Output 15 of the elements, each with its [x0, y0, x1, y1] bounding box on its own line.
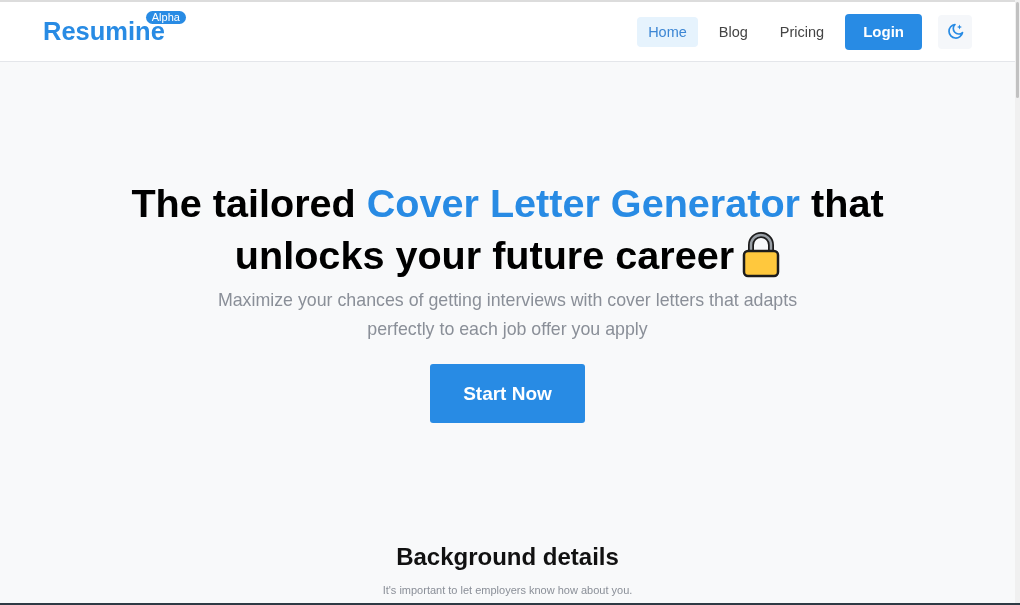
login-button[interactable]: Login [845, 13, 922, 50]
section-heading: Background details [396, 542, 619, 572]
padlock-icon [742, 232, 781, 278]
nav-link[interactable]: Blog [707, 16, 759, 47]
hero-heading-line: unlocks your future career [234, 232, 735, 279]
moon-icon [946, 23, 964, 40]
theme-toggle-button[interactable] [938, 14, 972, 49]
start-now-button[interactable]: Start Now [430, 364, 585, 423]
section-subtitle: It's important to let employers know how about you. [382, 583, 633, 598]
hero-subtitle: Maximize your chances of getting interviews with cover letters that adapts perfectly to each job offer you apply [216, 289, 799, 341]
hero-heading-line: The tailored Cover Letter Generator that [131, 180, 884, 227]
scrollbar-thumb[interactable] [1016, 2, 1019, 98]
alpha-badge: Alpha [145, 11, 186, 24]
nav-link[interactable]: Home [637, 16, 698, 47]
nav-link[interactable]: Pricing [768, 16, 836, 47]
